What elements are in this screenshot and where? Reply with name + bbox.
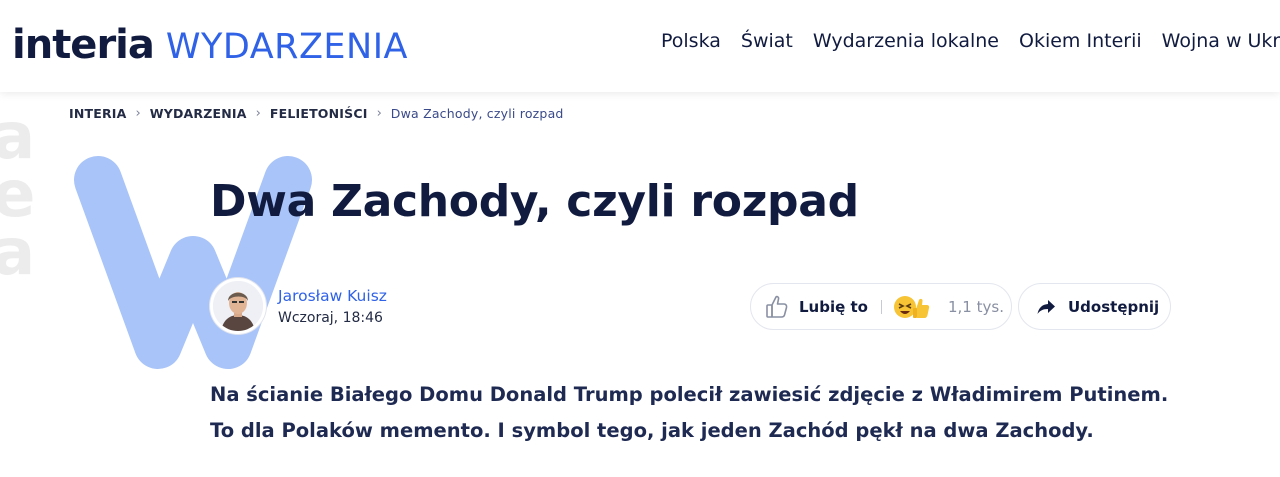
breadcrumb-separator: ›	[255, 106, 261, 121]
publish-date: Wczoraj, 18:46	[278, 310, 383, 326]
breadcrumb-separator: ›	[135, 106, 141, 121]
breadcrumb: INTERIA › WYDARZENIA › FELIETONIŚCI › Dw…	[69, 106, 564, 121]
like-count: 1,1 tys.	[948, 297, 1004, 316]
nav-item-swiat[interactable]: Świat	[741, 30, 793, 52]
breadcrumb-item-current: Dwa Zachody, czyli rozpad	[390, 106, 564, 121]
breadcrumb-item-wydarzenia[interactable]: WYDARZENIA	[150, 106, 247, 121]
share-button[interactable]: Udostępnij	[1018, 283, 1171, 330]
decorative-background-letters: area	[0, 108, 40, 290]
article-title: Dwa Zachody, czyli rozpad	[210, 176, 859, 227]
share-label: Udostępnij	[1068, 297, 1160, 316]
main-nav: Polska Świat Wydarzenia lokalne Okiem In…	[661, 30, 1280, 52]
thumbs-up-outline-icon	[766, 295, 788, 318]
lead-line: To dla Polaków memento. I symbol tego, j…	[210, 419, 1094, 442]
breadcrumb-item-interia[interactable]: INTERIA	[69, 106, 127, 121]
logo-interia: interia	[12, 22, 155, 68]
share-arrow-icon	[1037, 299, 1055, 314]
site-logo[interactable]: interia WYDARZENIA	[12, 22, 408, 68]
breadcrumb-item-felietonisci[interactable]: FELIETONIŚCI	[270, 106, 368, 121]
nav-item-okiem-interii[interactable]: Okiem Interii	[1019, 30, 1142, 52]
nav-item-polska[interactable]: Polska	[661, 30, 721, 52]
breadcrumb-separator: ›	[376, 106, 382, 121]
article-lead: Na ścianie Białego Domu Donald Trump pol…	[210, 377, 1210, 449]
site-header: interia WYDARZENIA Polska Świat Wydarzen…	[0, 0, 1280, 92]
like-button[interactable]: Lubię to 1,1 tys.	[750, 283, 1012, 330]
author-avatar[interactable]	[210, 278, 266, 334]
reaction-emojis-icon	[894, 295, 930, 318]
author-photo-icon	[213, 281, 263, 331]
divider	[881, 299, 882, 314]
like-label: Lubię to	[799, 297, 868, 316]
logo-section-name: WYDARZENIA	[165, 27, 408, 67]
nav-item-wydarzenia-lokalne[interactable]: Wydarzenia lokalne	[813, 30, 999, 52]
lead-line: Na ścianie Białego Domu Donald Trump pol…	[210, 383, 1169, 406]
author-name-link[interactable]: Jarosław Kuisz	[278, 287, 387, 305]
nav-item-wojna-w-ukrainie[interactable]: Wojna w Ukra	[1162, 30, 1280, 52]
